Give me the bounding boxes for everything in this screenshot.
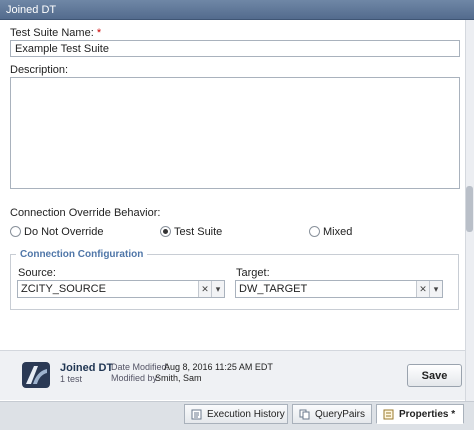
connection-configuration-legend: Connection Configuration [16,249,148,260]
source-label: Source: [18,267,56,279]
test-suite-name-label: Test Suite Name: * [10,27,102,39]
source-combobox[interactable]: ZCITY_SOURCE ✕ ▾ [17,280,225,298]
target-clear-icon[interactable]: ✕ [416,281,429,297]
radio-do-not-override[interactable] [10,226,21,237]
scrollbar-thumb[interactable] [466,186,473,232]
target-label: Target: [236,267,270,279]
footer-test-count: 1 test [60,374,83,384]
description-textarea[interactable] [10,77,460,189]
tab-querypairs[interactable]: QueryPairs [292,404,372,424]
radio-mixed[interactable] [309,226,320,237]
radio-test-suite-label[interactable]: Test Suite [174,226,222,238]
target-chevron-down-icon[interactable]: ▾ [429,281,442,297]
properties-icon [383,409,394,420]
radio-mixed-label[interactable]: Mixed [323,226,352,238]
execution-history-icon [191,409,202,420]
tab-properties[interactable]: Properties * [376,404,464,424]
footer-item-name: Joined DT [60,362,114,374]
override-behavior-label: Connection Override Behavior: [10,207,161,219]
modified-by-value: Smith, Sam [155,373,202,383]
radio-do-not-override-label[interactable]: Do Not Override [24,226,103,238]
app-logo-icon [22,362,50,388]
source-clear-icon[interactable]: ✕ [198,281,211,297]
window-titlebar: Joined DT [0,0,474,20]
source-chevron-down-icon[interactable]: ▾ [211,281,224,297]
required-mark: * [96,27,102,39]
date-modified-label: Date Modified: [111,362,170,372]
window-title: Joined DT [6,4,57,16]
tab-execution-history[interactable]: Execution History [184,404,288,424]
test-suite-name-input[interactable] [10,40,460,57]
tab-querypairs-label: QueryPairs [315,409,366,420]
querypairs-icon [299,409,310,420]
target-combobox[interactable]: DW_TARGET ✕ ▾ [235,280,443,298]
tab-execution-history-label: Execution History [207,409,285,420]
target-value: DW_TARGET [239,283,308,295]
date-modified-value: Aug 8, 2016 11:25 AM EDT [164,362,273,372]
save-button[interactable]: Save [407,364,462,387]
modified-by-label: Modified by: [111,373,160,383]
tab-properties-label: Properties * [399,409,456,420]
radio-test-suite[interactable] [160,226,171,237]
description-label: Description: [10,64,69,76]
source-value: ZCITY_SOURCE [21,283,106,295]
